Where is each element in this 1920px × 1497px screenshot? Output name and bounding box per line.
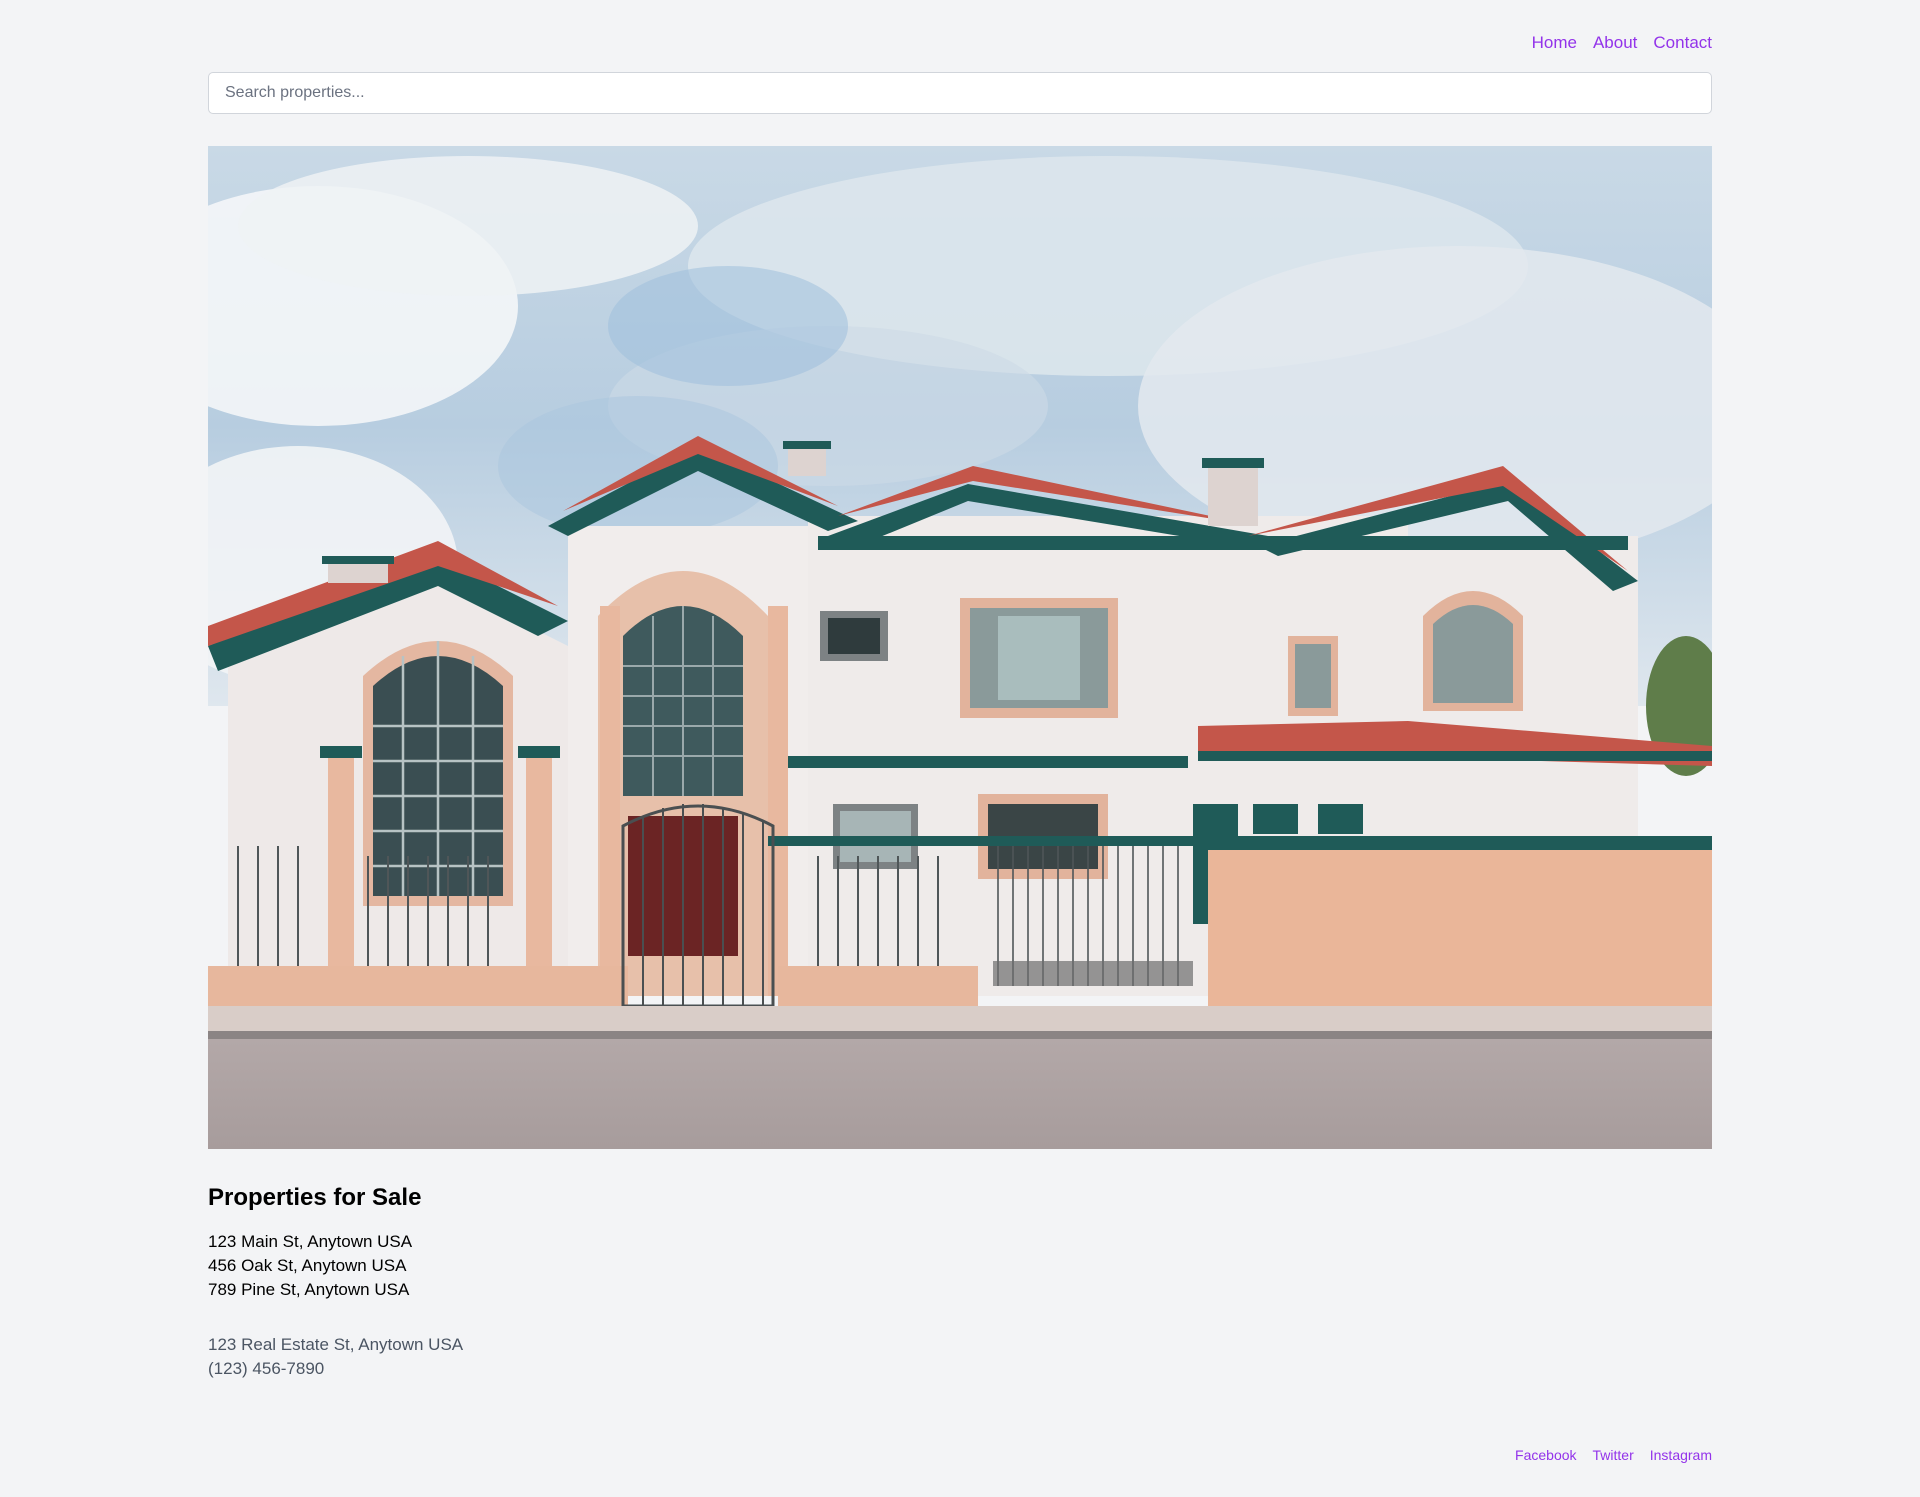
- property-item: 789 Pine St, Anytown USA: [208, 1280, 410, 1299]
- contact-info: 123 Real Estate St, Anytown USA (123) 45…: [208, 1333, 463, 1381]
- nav-link-about[interactable]: About: [1593, 33, 1637, 53]
- social-link-twitter[interactable]: Twitter: [1593, 1447, 1634, 1463]
- search-input[interactable]: [208, 72, 1712, 114]
- social-link-facebook[interactable]: Facebook: [1515, 1447, 1576, 1463]
- hero-image: [208, 146, 1712, 1149]
- contact-phone: (123) 456-7890: [208, 1359, 325, 1378]
- nav-link-home[interactable]: Home: [1532, 33, 1577, 53]
- properties-heading: Properties for Sale: [208, 1184, 422, 1211]
- property-item: 456 Oak St, Anytown USA: [208, 1256, 407, 1275]
- social-links: Facebook Twitter Instagram: [1515, 1447, 1712, 1463]
- property-list: 123 Main St, Anytown USA 456 Oak St, Any…: [208, 1230, 421, 1302]
- properties-section: Properties for Sale 123 Main St, Anytown…: [208, 1184, 421, 1302]
- nav-link-contact[interactable]: Contact: [1653, 33, 1712, 53]
- social-link-instagram[interactable]: Instagram: [1650, 1447, 1712, 1463]
- top-navigation: Home About Contact: [1532, 33, 1712, 53]
- contact-address: 123 Real Estate St, Anytown USA: [208, 1335, 464, 1354]
- property-item: 123 Main St, Anytown USA: [208, 1232, 413, 1251]
